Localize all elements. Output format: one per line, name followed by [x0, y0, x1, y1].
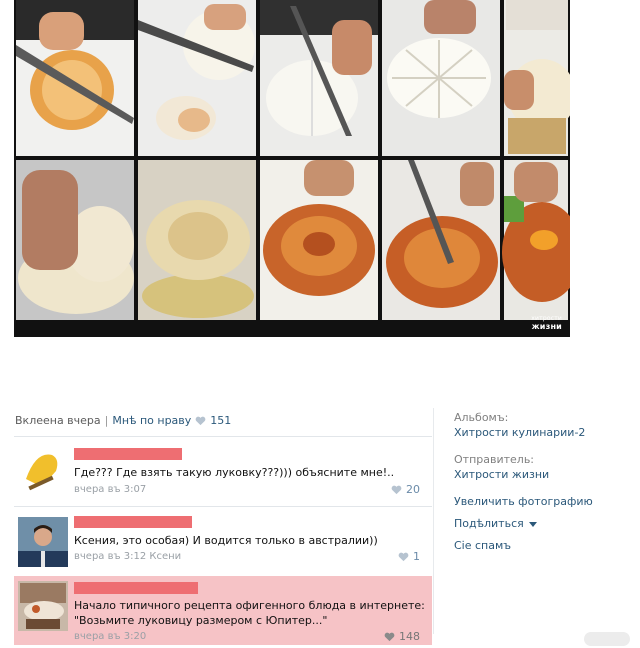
blurred-corner: [584, 632, 630, 646]
author-name-redacted[interactable]: [74, 448, 182, 460]
watermark-logo: хитрости жизни: [531, 315, 562, 331]
share-link[interactable]: Подѣлиться: [454, 516, 634, 531]
heart-icon: [384, 632, 395, 641]
comment-likes[interactable]: 1: [398, 550, 420, 563]
meta-separator: |: [104, 414, 109, 427]
avatar[interactable]: [18, 445, 68, 495]
heart-icon: [398, 552, 409, 561]
panel-7: [138, 160, 256, 320]
author-name-redacted[interactable]: [74, 582, 198, 594]
comment-1: Где??? Где взять такую луковку???))) объ…: [14, 436, 432, 504]
comment-date[interactable]: вчера въ 3:20: [74, 631, 146, 642]
comment-2: Ксения, это особая) И водится только в а…: [14, 506, 432, 574]
panel-1: [16, 0, 134, 156]
panel-4: [382, 0, 500, 156]
album-label: Альбомъ:: [454, 411, 509, 424]
column-divider: [433, 408, 434, 634]
panel-8: [260, 160, 378, 320]
panel-2: [138, 0, 256, 156]
panel-10: [502, 160, 570, 320]
comment-3: Начало типичного рецепта офигенного блюд…: [14, 576, 432, 645]
comment-text-line-1: Начало типичного рецепта офигенного блюд…: [74, 599, 425, 612]
zoom-photo-link[interactable]: Увеличить фотографию: [454, 494, 634, 509]
avatar[interactable]: [18, 517, 68, 567]
comment-date[interactable]: вчера въ 3:12 Ксени: [74, 551, 181, 562]
heart-icon: [195, 416, 206, 425]
comment-text: Ксения, это особая) И водится только в а…: [74, 534, 378, 547]
added-date: Вклеена вчера: [15, 414, 101, 427]
spam-report-link[interactable]: Сіе спамъ: [454, 538, 634, 553]
comment-text: Начало типичного рецепта офигенного блюд…: [74, 598, 425, 628]
panel-9: [382, 160, 500, 320]
panel-3: [260, 0, 378, 156]
comment-likes[interactable]: 20: [391, 483, 420, 496]
sender-label: Отправитель:: [454, 453, 535, 466]
panel-5: [504, 0, 570, 156]
comment-like-count: 20: [406, 483, 420, 496]
sender-link[interactable]: Хитрости жизни: [454, 467, 634, 482]
like-count[interactable]: 151: [210, 414, 231, 427]
share-label: Подѣлиться: [454, 517, 524, 530]
comment-like-count: 148: [399, 630, 420, 643]
avatar[interactable]: [18, 581, 68, 631]
album-link[interactable]: Хитрости кулинарии-2: [454, 425, 634, 440]
photo-sidebar: Альбомъ: Хитрости кулинарии-2 Отправител…: [454, 410, 634, 553]
blooming-onion-photo[interactable]: хитрости жизни: [14, 0, 570, 337]
photo-meta: Вклеена вчера | Мнѣ по нраву 151: [15, 414, 231, 427]
comment-like-count: 1: [413, 550, 420, 563]
heart-icon: [391, 485, 402, 494]
like-button[interactable]: Мнѣ по нраву: [112, 414, 191, 427]
chevron-down-icon: [528, 521, 537, 527]
comment-text-line-2: "Возьмите луковицу размером с Юпитер...": [74, 614, 328, 627]
panel-6: [16, 160, 134, 320]
author-name-redacted[interactable]: [74, 516, 192, 528]
comment-likes[interactable]: 148: [384, 630, 420, 643]
comment-date[interactable]: вчера въ 3:07: [74, 484, 146, 495]
comment-text: Где??? Где взять такую луковку???))) объ…: [74, 466, 395, 479]
watermark-big-text: жизни: [531, 322, 562, 331]
